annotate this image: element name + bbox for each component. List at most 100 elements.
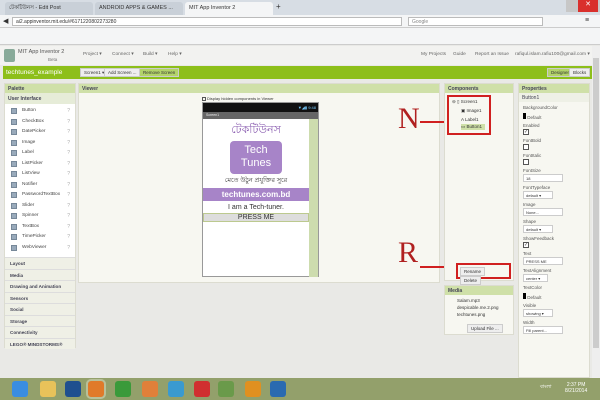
palette-item-textbox[interactable]: TextBox?: [5, 222, 75, 233]
browser-tab-active[interactable]: MIT App Inventor 2: [185, 2, 273, 15]
help-icon[interactable]: ?: [67, 182, 70, 188]
back-icon[interactable]: ◀: [3, 17, 8, 25]
blocks-button[interactable]: Blocks: [569, 68, 591, 77]
enabled-checkbox[interactable]: ✓: [523, 129, 529, 135]
palette-item-webviewer[interactable]: WebViewer?: [5, 243, 75, 254]
button1-preview[interactable]: PRESS ME: [203, 213, 309, 222]
hidden-components-checkbox[interactable]: Display hidden components in Viewer: [202, 96, 274, 101]
fontsize-input[interactable]: 18: [523, 174, 563, 182]
textalignment-select[interactable]: center ▾: [523, 274, 548, 282]
menu-icon[interactable]: ≡: [585, 17, 589, 24]
media-player-icon[interactable]: [142, 381, 158, 397]
help-icon[interactable]: ?: [67, 224, 70, 230]
firefox-icon[interactable]: [86, 379, 106, 399]
help-icon[interactable]: ?: [67, 171, 70, 177]
palette-item-notifier[interactable]: Notifier?: [5, 180, 75, 191]
help-icon[interactable]: ?: [67, 213, 70, 219]
fonttypeface-select[interactable]: default ▾: [523, 191, 553, 199]
bookmark-bar: [0, 28, 600, 45]
tree-screen1[interactable]: ⊖ ▯ Screen1: [449, 97, 489, 105]
explorer-icon[interactable]: [40, 381, 56, 397]
palette-category[interactable]: Sensors: [5, 291, 75, 303]
remove-screen-button[interactable]: Remove Screen: [139, 68, 180, 77]
guide-link[interactable]: Guide: [453, 52, 466, 57]
clock[interactable]: 2:37 PM 8/21/2014: [565, 382, 587, 394]
help-icon[interactable]: ?: [67, 150, 70, 156]
account-menu[interactable]: rafiqul.islam.rafiu100@gmail.com ▾: [515, 52, 590, 57]
fontitalic-checkbox[interactable]: [523, 159, 529, 165]
upload-file-button[interactable]: Upload File ...: [467, 324, 503, 333]
add-screen-button[interactable]: Add Screen ...: [104, 68, 141, 77]
menu-connect[interactable]: Connect ▾: [112, 52, 134, 57]
close-window-button[interactable]: ✕: [578, 0, 598, 12]
palette-item-spinner[interactable]: Spinner?: [5, 211, 75, 222]
palette-item-label[interactable]: Label?: [5, 148, 75, 159]
tree-image1[interactable]: ▣ Image1: [449, 105, 489, 114]
help-icon[interactable]: ?: [67, 140, 70, 146]
palette-category[interactable]: LEGO® MINDSTORMS®: [5, 337, 75, 349]
menu-help[interactable]: Help ▾: [168, 52, 182, 57]
component-tree: ⊖ ▯ Screen1 ▣ Image1 A Label1 ▭ Button1: [447, 95, 491, 135]
media-file[interactable]: techtunes.png: [457, 311, 513, 318]
textcolor-picker[interactable]: Default: [523, 293, 585, 300]
bg-color-picker[interactable]: Default: [523, 113, 585, 120]
url-input[interactable]: ai2.appinventor.mit.edu/#617122080227328…: [12, 17, 402, 26]
help-icon[interactable]: ?: [67, 203, 70, 209]
help-icon[interactable]: ?: [67, 119, 70, 125]
fontbold-checkbox[interactable]: [523, 144, 529, 150]
opera-icon[interactable]: [194, 381, 210, 397]
help-icon[interactable]: ?: [67, 129, 70, 135]
my-projects-link[interactable]: My Projects: [421, 52, 446, 57]
palette-category[interactable]: Social: [5, 303, 75, 315]
visible-select[interactable]: showing ▾: [523, 309, 553, 317]
ie-icon[interactable]: [12, 381, 28, 397]
palette-category[interactable]: Connectivity: [5, 326, 75, 338]
app-icon[interactable]: [168, 381, 184, 397]
browser-tab[interactable]: ANDROID APPS & GAMES ...: [95, 2, 183, 15]
palette-item-image[interactable]: Image?: [5, 138, 75, 149]
app-icon[interactable]: [270, 381, 286, 397]
media-file[interactable]: despicable.me.2.png: [457, 304, 513, 311]
tree-button1[interactable]: ▭ Button1: [461, 124, 485, 130]
tree-label1[interactable]: A Label1: [449, 114, 489, 122]
project-name: techtunes_example: [6, 69, 63, 76]
showfeedback-checkbox[interactable]: ✓: [523, 242, 529, 248]
shape-select[interactable]: default ▾: [523, 225, 553, 233]
palette-category[interactable]: Media: [5, 268, 75, 280]
palette-item-checkbox[interactable]: CheckBox?: [5, 117, 75, 128]
palette-category[interactable]: Drawing and Animation: [5, 280, 75, 292]
page-scrollbar[interactable]: [592, 46, 600, 378]
help-icon[interactable]: ?: [67, 108, 70, 114]
palette-item-datepicker[interactable]: DatePicker?: [5, 127, 75, 138]
report-issue-link[interactable]: Report an Issue: [475, 52, 509, 57]
palette-item-slider[interactable]: Slider?: [5, 201, 75, 212]
palette-category[interactable]: Layout: [5, 257, 75, 269]
media-file[interactable]: Salam.mp3: [457, 297, 513, 304]
new-tab-button[interactable]: +: [276, 2, 281, 11]
palette-item-button[interactable]: Button?: [5, 106, 75, 117]
delete-button[interactable]: Delete: [460, 276, 482, 285]
search-input[interactable]: Google: [408, 17, 543, 26]
menu-project[interactable]: Project ▾: [83, 52, 102, 57]
palette-item-passwordtextbox[interactable]: PasswordTextBox?: [5, 190, 75, 201]
help-icon[interactable]: ?: [67, 161, 70, 167]
photoshop-icon[interactable]: [65, 381, 81, 397]
image-input[interactable]: None...: [523, 208, 563, 216]
text-input[interactable]: PRESS ME: [523, 257, 563, 265]
rename-button[interactable]: Rename: [460, 267, 486, 276]
palette-item-timepicker[interactable]: TimePicker?: [5, 232, 75, 243]
help-icon[interactable]: ?: [67, 234, 70, 240]
help-icon[interactable]: ?: [67, 192, 70, 198]
app-icon[interactable]: [115, 381, 131, 397]
menu-build[interactable]: Build ▾: [143, 52, 157, 57]
palette-category[interactable]: Storage: [5, 314, 75, 326]
palette-item-listview[interactable]: ListView?: [5, 169, 75, 180]
app-icon[interactable]: [218, 381, 234, 397]
palette-section-user-interface[interactable]: User Interface: [5, 93, 75, 104]
vlc-icon[interactable]: [245, 381, 261, 397]
language-indicator[interactable]: বাংলা: [540, 384, 552, 392]
width-input[interactable]: Fill parent...: [523, 326, 563, 334]
palette-item-listpicker[interactable]: ListPicker?: [5, 159, 75, 170]
browser-tab[interactable]: টেকটিউনস - Edit Post: [5, 2, 93, 15]
help-icon[interactable]: ?: [67, 245, 70, 251]
